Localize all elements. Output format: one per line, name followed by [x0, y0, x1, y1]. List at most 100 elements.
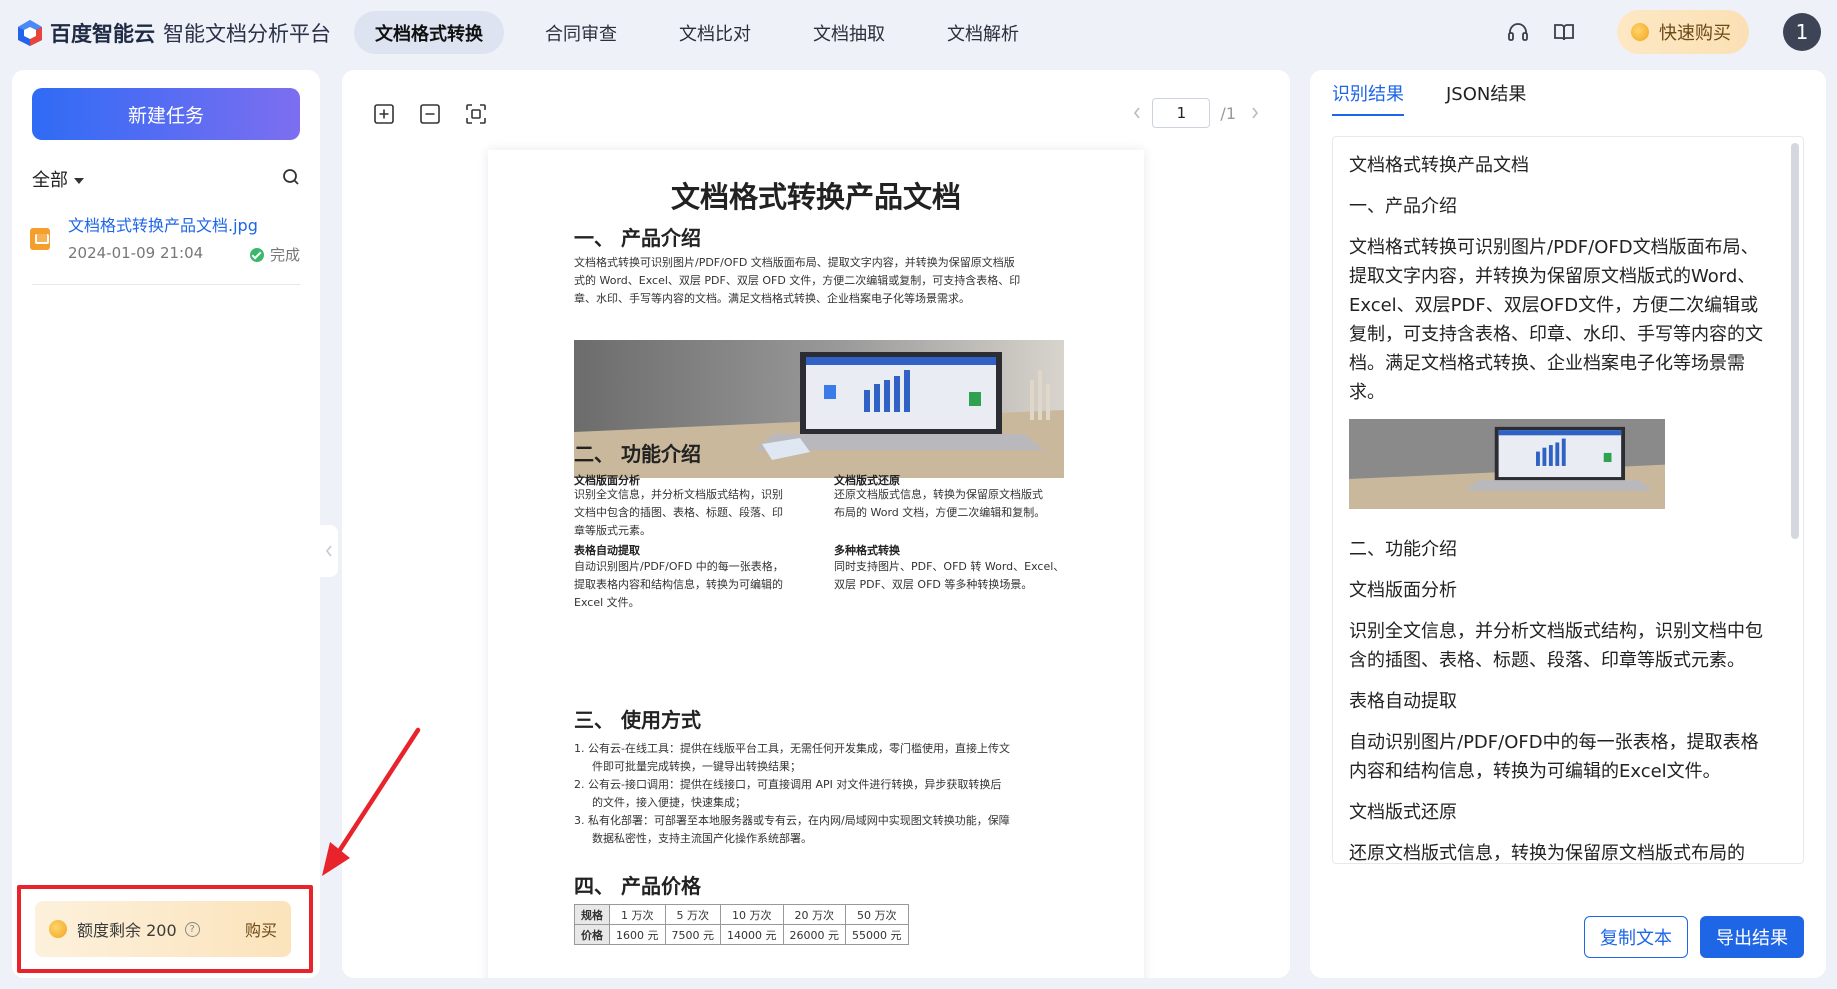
- table-cell: 规格: [574, 904, 610, 925]
- result-paragraph: 文档版面分析: [1349, 580, 1457, 601]
- doc-text: 识别全文信息，并分析文档版式结构，识别: [574, 488, 783, 501]
- quick-buy-button[interactable]: 快速购买: [1617, 10, 1749, 54]
- table-row: 规格 1 万次 5 万次 10 万次 20 万次 50 万次: [574, 904, 909, 925]
- result-paragraph: 还原文档版式信息，转换为保留原文档版式布局的Word文档，方便二次编辑和复制。: [1349, 843, 1745, 864]
- doc-text: 文档中包含的插图、表格、标题、段落、印: [574, 506, 783, 519]
- scrollbar[interactable]: [1791, 143, 1799, 539]
- nav-tab-contract-review[interactable]: 合同审查: [524, 11, 638, 54]
- doc-text: 3. 私有化部署：可部署至本地服务器或专有云，在内网/局域网中实现图文转换功能，…: [574, 814, 1010, 827]
- document-viewer: /1 文档格式转换产品文档 一、 产品介绍 文档格式转换可识别图片/PDF/OF…: [342, 70, 1290, 978]
- nav-tab-format-convert[interactable]: 文档格式转换: [354, 11, 504, 54]
- zoom-out-icon[interactable]: [418, 102, 442, 126]
- result-paragraph: 自动识别图片/PDF/OFD中的每一张表格，提取表格内容和结构信息，转换为可编辑…: [1349, 732, 1759, 782]
- result-paragraph: 识别全文信息，并分析文档版式结构，识别文档中包含的插图、表格、标题、段落、印章等…: [1349, 621, 1763, 671]
- quota-buy-link[interactable]: 购买: [245, 917, 277, 941]
- result-paragraph: 文档格式转换可识别图片/PDF/OFD文档版面布局、提取文字内容，并转换为保留原…: [1349, 237, 1763, 403]
- top-bar: 百度智能云 智能文档分析平台 文档格式转换 合同审查 文档比对 文档抽取 文档解…: [0, 0, 1837, 64]
- task-status: 完成: [249, 244, 300, 265]
- table-cell: 7500 元: [664, 924, 721, 945]
- price-table: 规格 1 万次 5 万次 10 万次 20 万次 50 万次 价格 1600 元…: [574, 904, 909, 945]
- caret-down-icon: [74, 178, 84, 184]
- main-nav: 文档格式转换 合同审查 文档比对 文档抽取 文档解析: [354, 11, 1060, 54]
- doc-text: 布局的 Word 文档，方便二次编辑和复制。: [834, 506, 1046, 519]
- chevron-right-icon[interactable]: [1250, 106, 1260, 120]
- doc-text: 自动识别图片/PDF/OFD 中的每一张表格，: [574, 560, 784, 573]
- task-file-name[interactable]: 文档格式转换产品文档.jpg: [68, 212, 258, 236]
- table-cell: 10 万次: [720, 904, 784, 925]
- document-page: 文档格式转换产品文档 一、 产品介绍 文档格式转换可识别图片/PDF/OFD 文…: [488, 150, 1144, 978]
- task-sidebar: 新建任务 全部 文档格式转换产品文档.jpg 2024-01-09 21:04 …: [12, 70, 320, 978]
- doc-heading-features: 二、 功能介绍: [574, 442, 701, 466]
- table-cell: 价格: [574, 924, 610, 945]
- result-paragraph: 二、功能介绍: [1349, 539, 1457, 560]
- top-right-actions: 快速购买 1: [1503, 10, 1821, 54]
- table-cell: 20 万次: [782, 904, 846, 925]
- highlight-box: 额度剩余 200 ? 购买: [17, 885, 313, 973]
- doc-text: 章、水印、手写等内容的文档。满足文档格式转换、企业档案电子化等场景需求。: [574, 292, 970, 305]
- nav-tab-doc-extract[interactable]: 文档抽取: [792, 11, 906, 54]
- coin-icon: [1631, 23, 1649, 41]
- doc-text: 件即可批量完成转换，一键导出转换结果；: [592, 760, 801, 773]
- divider: [32, 284, 300, 285]
- doc-text: 式的 Word、Excel、双层 PDF、双层 OFD 文件，方便二次编辑或复制…: [574, 274, 1021, 287]
- avatar[interactable]: 1: [1783, 13, 1821, 51]
- table-cell: 1600 元: [609, 924, 666, 945]
- fit-screen-icon[interactable]: [464, 102, 488, 126]
- doc-text: 数据私密性，支持主流国产化操作系统部署。: [592, 832, 812, 845]
- result-paragraph: 文档版式还原: [1349, 802, 1457, 823]
- headset-icon[interactable]: [1503, 17, 1533, 47]
- collapse-sidebar-handle[interactable]: [320, 525, 338, 577]
- quick-buy-label: 快速购买: [1659, 23, 1731, 44]
- doc-heading-intro: 一、 产品介绍: [574, 226, 701, 250]
- doc-heading-price: 四、 产品价格: [574, 874, 701, 898]
- result-content: 文档格式转换产品文档 一、产品介绍 文档格式转换可识别图片/PDF/OFD文档版…: [1349, 151, 1769, 864]
- doc-text: 章等版式元素。: [574, 524, 651, 537]
- result-paragraph: 一、产品介绍: [1349, 196, 1457, 217]
- doc-text: 同时支持图片、PDF、OFD 转 Word、Excel、: [834, 560, 1065, 573]
- zoom-toolbar: [372, 102, 510, 126]
- nav-tab-doc-parse[interactable]: 文档解析: [926, 11, 1040, 54]
- doc-text: 文档格式转换可识别图片/PDF/OFD 文档版面布局、提取文字内容，并转换为保留…: [574, 256, 1015, 269]
- table-cell: 55000 元: [845, 924, 909, 945]
- table-cell: 14000 元: [720, 924, 784, 945]
- search-icon[interactable]: [282, 168, 300, 190]
- doc-text: Excel 文件。: [574, 596, 640, 609]
- tab-json-result[interactable]: JSON结果: [1446, 80, 1526, 116]
- table-cell: 5 万次: [664, 904, 721, 925]
- task-list-item[interactable]: 文档格式转换产品文档.jpg 2024-01-09 21:04 完成: [30, 208, 302, 282]
- task-status-label: 完成: [269, 246, 300, 264]
- result-paragraph: 表格自动提取: [1349, 691, 1457, 712]
- doc-text: 提取表格内容和结构信息，转换为可编辑的: [574, 578, 783, 591]
- help-icon[interactable]: ?: [184, 921, 200, 937]
- export-result-button[interactable]: 导出结果: [1700, 916, 1804, 958]
- result-paragraph: 文档格式转换产品文档: [1349, 155, 1529, 176]
- nav-tab-doc-compare[interactable]: 文档比对: [658, 11, 772, 54]
- page-total: /1: [1220, 103, 1236, 123]
- result-text-box[interactable]: 文档格式转换产品文档 一、产品介绍 文档格式转换可识别图片/PDF/OFD文档版…: [1332, 136, 1804, 864]
- table-cell: 1 万次: [609, 904, 666, 925]
- result-panel: 识别结果 JSON结果 文档格式转换产品文档 一、产品介绍 文档格式转换可识别图…: [1310, 70, 1826, 978]
- baidu-cloud-logo-icon: [18, 20, 42, 46]
- doc-subheading: 表格自动提取: [574, 544, 640, 557]
- copy-text-button[interactable]: 复制文本: [1584, 916, 1688, 958]
- page-number-input[interactable]: [1152, 98, 1211, 128]
- new-task-button[interactable]: 新建任务: [32, 88, 300, 140]
- filter-dropdown[interactable]: 全部: [32, 166, 84, 192]
- tab-recognition-result[interactable]: 识别结果: [1332, 80, 1404, 116]
- task-filter-row: 全部: [32, 166, 300, 192]
- chevron-left-icon[interactable]: [1132, 106, 1142, 120]
- quota-remaining: 额度剩余 200: [77, 921, 177, 940]
- zoom-in-icon[interactable]: [372, 102, 396, 126]
- doc-text: 2. 公有云-接口调用：提供在线接口，可直接调用 API 对文件进行转换，异步获…: [574, 778, 1002, 791]
- table-cell: 26000 元: [782, 924, 846, 945]
- result-image: [1349, 419, 1665, 509]
- filter-label: 全部: [32, 170, 68, 191]
- doc-text: 1. 公有云-在线工具：提供在线版平台工具，无需任何开发集成，零门槛使用，直接上…: [574, 742, 1010, 755]
- doc-text: 还原文档版式信息，转换为保留原文档版式: [834, 488, 1043, 501]
- result-actions: 复制文本 导出结果: [1584, 916, 1804, 958]
- logo[interactable]: 百度智能云 智能文档分析平台: [16, 18, 331, 48]
- result-tabs: 识别结果 JSON结果: [1332, 80, 1568, 116]
- book-icon[interactable]: [1549, 17, 1579, 47]
- check-circle-icon: [249, 247, 264, 262]
- doc-heading-usage: 三、 使用方式: [574, 708, 701, 732]
